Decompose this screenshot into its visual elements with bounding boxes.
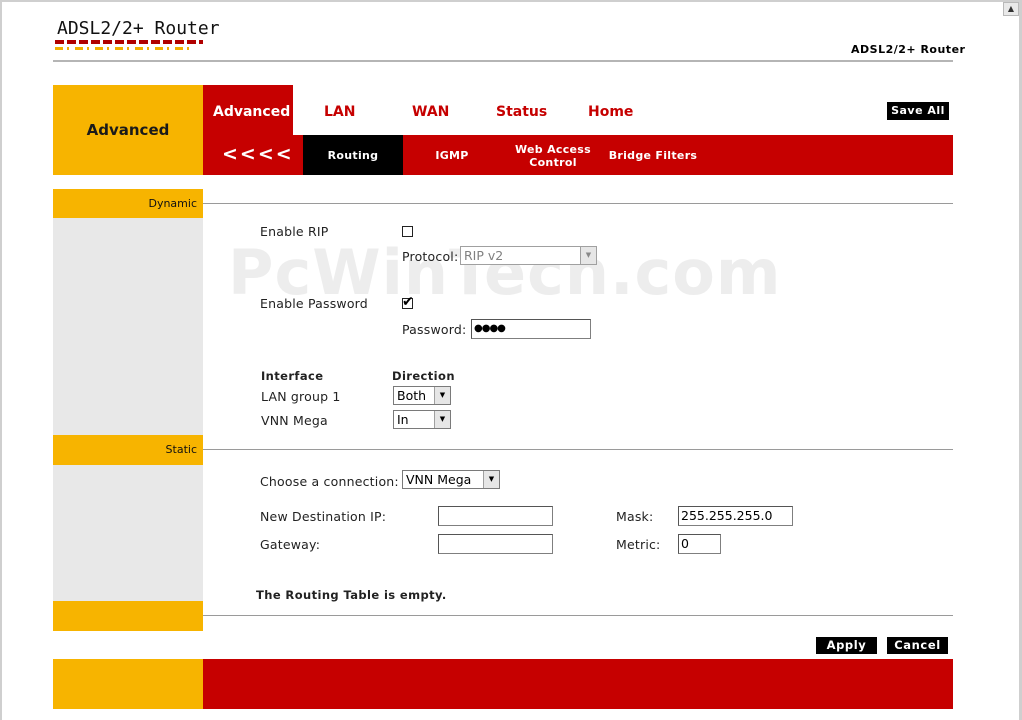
direction-select[interactable]: Both ▼ [393,386,451,405]
section-title: Advanced [86,121,170,139]
direction-value: In [397,412,409,427]
connection-value: VNN Mega [406,472,472,487]
dest-ip-input[interactable] [438,506,553,526]
direction-value: Both [397,388,427,403]
interface-name: LAN group 1 [261,389,341,404]
chevron-down-icon: ▼ [580,247,596,264]
chevron-down-icon: ▼ [434,411,450,428]
scroll-up-icon[interactable]: ▲ [1003,2,1019,16]
tab-wan[interactable]: WAN [412,104,449,120]
tab-lan[interactable]: LAN [324,104,355,120]
direction-select[interactable]: In ▼ [393,410,451,429]
cancel-button[interactable]: Cancel [887,637,948,654]
header-divider [53,60,953,62]
enable-password-checkbox[interactable]: ✔ [402,294,414,310]
sidebar-bottom-block [53,601,203,631]
subnav-bridge-filters[interactable]: Bridge Filters [603,149,703,162]
checkmark-icon: ✔ [402,294,414,310]
subnav-web-access-control[interactable]: Web Access Control [506,143,600,169]
chevron-down-icon: ▼ [434,387,450,404]
tab-advanced[interactable]: Advanced [213,104,290,120]
dest-ip-label: New Destination IP: [260,509,387,524]
sidebar-static-body [53,465,203,601]
password-label: Password: [402,322,467,337]
gateway-label: Gateway: [260,537,321,552]
connection-label: Choose a connection: [260,474,399,489]
sidebar-dynamic-label: Dynamic [148,197,197,210]
router-logo: ADSL2/2+ Router [57,18,220,39]
window-border-left [0,0,2,720]
logo-decoration-red [55,40,203,44]
connection-select[interactable]: VNN Mega ▼ [402,470,500,489]
tab-status[interactable]: Status [496,104,547,120]
footer-bar [203,659,953,709]
metric-input[interactable]: 0 [678,534,721,554]
tab-home[interactable]: Home [588,104,633,120]
sidebar-dynamic-body [53,218,203,435]
apply-button[interactable]: Apply [816,637,877,654]
logo-decoration-yellow [55,47,195,50]
protocol-label: Protocol: [402,249,459,264]
gateway-input[interactable] [438,534,553,554]
protocol-select[interactable]: RIP v2 ▼ [460,246,597,265]
back-button[interactable]: <<<< [222,143,294,165]
mask-label: Mask: [616,509,654,524]
direction-header: Direction [392,369,455,383]
window-border-top [0,0,1022,2]
interface-name: VNN Mega [261,413,328,428]
sidebar-static-label: Static [165,443,197,456]
password-input[interactable]: ●●●● [471,319,591,339]
subnav-igmp[interactable]: IGMP [420,149,484,162]
chevron-down-icon: ▼ [483,471,499,488]
enable-rip-label: Enable RIP [260,224,329,239]
enable-rip-checkbox[interactable] [402,226,413,237]
save-all-button[interactable]: Save All [887,102,949,120]
enable-password-label: Enable Password [260,296,368,311]
static-divider [203,449,953,450]
bottom-divider [203,615,953,616]
routing-table-message: The Routing Table is empty. [256,588,447,602]
metric-label: Metric: [616,537,661,552]
subnav-routing[interactable]: Routing [303,149,403,162]
mask-input[interactable]: 255.255.255.0 [678,506,793,526]
footer-left-block [53,659,203,709]
product-name: ADSL2/2+ Router [851,43,966,56]
protocol-value: RIP v2 [464,248,504,263]
interface-header: Interface [261,369,324,383]
dynamic-divider [203,203,953,204]
